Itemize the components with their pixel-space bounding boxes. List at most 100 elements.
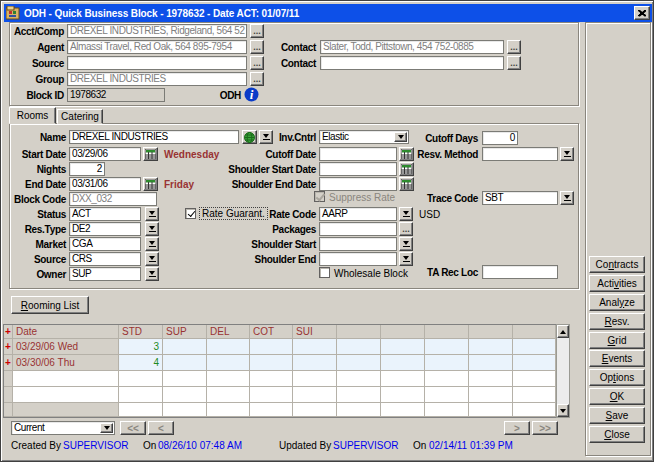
cutoff-date-field[interactable] [319, 147, 397, 161]
grid-filter-combo[interactable]: Current [11, 421, 115, 435]
market-list-button[interactable] [145, 237, 159, 251]
inv-cntrl-combo[interactable]: Elastic [319, 130, 409, 144]
grid-value-cell[interactable] [469, 387, 513, 403]
nav-last-button[interactable]: >> [532, 421, 558, 435]
grid-value-cell[interactable] [425, 403, 469, 417]
grid-date-cell[interactable]: 03/30/06 Thu [13, 355, 119, 371]
scroll-down-button[interactable] [557, 404, 569, 417]
grid-value-cell[interactable] [337, 339, 381, 355]
acct-comp-field[interactable]: DREXEL INDUSTRIES, Ridgeland, 564 52 [67, 24, 247, 38]
res-type-field[interactable]: DE2 [69, 222, 141, 236]
shoulder-end-field[interactable] [319, 252, 397, 266]
rooming-list-button[interactable]: Rooming List [11, 296, 89, 314]
grid-value-cell[interactable] [293, 339, 337, 355]
grid-value-cell[interactable] [207, 355, 250, 371]
grid-value-cell[interactable] [250, 371, 293, 387]
grid-value-cell[interactable] [513, 403, 556, 417]
owner-field[interactable]: SUP [69, 267, 141, 281]
info-icon[interactable]: i [244, 87, 259, 104]
nav-next-button[interactable]: > [504, 421, 530, 435]
grid-value-cell[interactable] [163, 403, 207, 417]
grid-value-cell[interactable] [293, 355, 337, 371]
tab-catering[interactable]: Catering [57, 109, 103, 124]
rate-guarant-checkbox[interactable] [185, 208, 196, 219]
rate-code-field[interactable]: AARP [319, 207, 397, 221]
source-field[interactable] [67, 56, 247, 70]
grid-date-cell[interactable] [13, 371, 119, 387]
nav-first-button[interactable]: << [120, 421, 146, 435]
grid-value-cell[interactable] [119, 371, 163, 387]
grid-value-cell[interactable] [469, 371, 513, 387]
side-button-activities[interactable]: Activities [589, 275, 645, 292]
grid-value-cell[interactable] [119, 387, 163, 403]
chevron-down-icon[interactable] [100, 423, 113, 433]
grid-value-cell[interactable]: 3 [119, 339, 163, 355]
res-type-list-button[interactable] [145, 222, 159, 236]
grid-value-cell[interactable] [163, 339, 207, 355]
trace-code-field[interactable]: SBT [482, 191, 558, 205]
packages-field[interactable] [319, 222, 397, 236]
side-button-grid[interactable]: Grid [589, 332, 645, 349]
shoulder-start-list-button[interactable] [399, 237, 413, 251]
resv-method-field[interactable] [482, 147, 558, 161]
grid-value-cell[interactable] [207, 387, 250, 403]
grid-value-cell[interactable] [425, 355, 469, 371]
grid-value-cell[interactable] [469, 355, 513, 371]
grid-value-cell[interactable]: 4 [119, 355, 163, 371]
grid-date-cell[interactable] [13, 403, 119, 417]
group-field[interactable]: DREXEL INDUSTRIES [67, 72, 247, 86]
grid-value-cell[interactable] [250, 387, 293, 403]
grid-value-cell[interactable] [381, 403, 425, 417]
resv-method-list-button[interactable] [560, 147, 574, 161]
grid-value-cell[interactable] [513, 387, 556, 403]
grid-value-cell[interactable] [293, 387, 337, 403]
grid-date-cell[interactable] [13, 387, 119, 403]
wholesale-block-checkbox[interactable] [319, 267, 330, 278]
grid-value-cell[interactable] [250, 339, 293, 355]
contact1-field[interactable]: Slater, Todd, Pittstown, 454 752-0885 [320, 40, 504, 54]
end-date-calendar-button[interactable] [143, 177, 158, 191]
shoulder-start-field[interactable] [319, 237, 397, 251]
grid-value-cell[interactable] [425, 339, 469, 355]
grid-vertical-scrollbar[interactable] [556, 324, 570, 418]
grid-value-cell[interactable] [337, 403, 381, 417]
start-date-calendar-button[interactable] [143, 147, 158, 161]
market-field[interactable]: CGA [69, 237, 141, 251]
shoulder-start-date-calendar-button[interactable] [399, 162, 414, 176]
side-button-close[interactable]: Close [589, 426, 645, 443]
contact2-lookup-button[interactable]: ... [507, 56, 521, 70]
grid-value-cell[interactable] [163, 371, 207, 387]
cutoff-days-field[interactable]: 0 [482, 131, 518, 145]
grid-value-cell[interactable] [337, 387, 381, 403]
grid-value-cell[interactable] [163, 355, 207, 371]
grid-value-cell[interactable] [513, 339, 556, 355]
grid-value-cell[interactable] [250, 403, 293, 417]
agent-field[interactable]: Almassi Travel, Red Oak, 564 895-7954 [67, 40, 247, 54]
status-field[interactable]: ACT [69, 207, 141, 221]
grid-value-cell[interactable] [381, 355, 425, 371]
group-lookup-button[interactable]: ... [250, 72, 264, 86]
packages-lookup-button[interactable]: ... [399, 222, 413, 236]
grid-value-cell[interactable] [207, 371, 250, 387]
nights-field[interactable]: 2 [69, 162, 105, 176]
shoulder-end-list-button[interactable] [399, 252, 413, 266]
grid-value-cell[interactable] [469, 403, 513, 417]
grid-value-cell[interactable] [425, 387, 469, 403]
shoulder-end-date-calendar-button[interactable] [399, 177, 414, 191]
trace-code-list-button[interactable] [560, 191, 574, 205]
grid-value-cell[interactable] [513, 355, 556, 371]
grid-value-cell[interactable] [337, 371, 381, 387]
room-grid[interactable]: +DateSTDSUPDELCOTSUI+03/29/06 Wed3+03/30… [3, 324, 556, 418]
grid-value-cell[interactable] [207, 403, 250, 417]
side-button-events[interactable]: Events [589, 350, 645, 367]
contact2-field[interactable] [320, 56, 504, 70]
rate-code-list-button[interactable] [399, 207, 413, 221]
close-button[interactable] [634, 6, 650, 20]
side-button-analyze[interactable]: Analyze [589, 294, 645, 311]
grid-value-cell[interactable] [381, 371, 425, 387]
owner-list-button[interactable] [145, 267, 159, 281]
side-button-ok[interactable]: OK [589, 388, 645, 405]
grid-value-cell[interactable] [513, 371, 556, 387]
grid-value-cell[interactable] [119, 403, 163, 417]
name-field[interactable]: DREXEL INDUSTRIES [69, 130, 239, 144]
